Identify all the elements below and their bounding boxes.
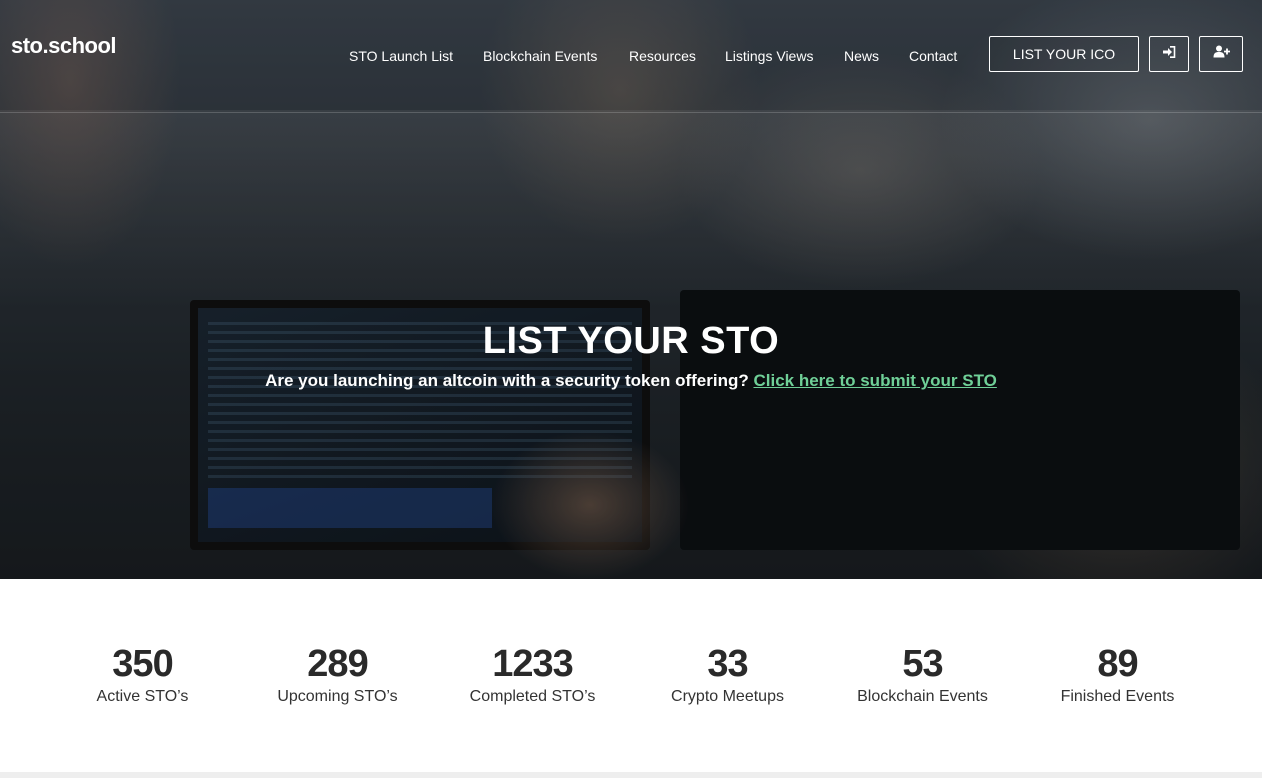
- stat-upcoming-stos: 289 Upcoming STO’s: [240, 643, 435, 706]
- hero-subtitle-text: Are you launching an altcoin with a secu…: [265, 371, 749, 390]
- section-divider: [0, 772, 1262, 778]
- stat-value: 350: [112, 643, 173, 685]
- stat-label: Finished Events: [1060, 688, 1175, 705]
- nav-news[interactable]: News: [844, 48, 879, 64]
- stat-completed-stos: 1233 Completed STO’s: [435, 643, 630, 706]
- nav-contact[interactable]: Contact: [909, 48, 957, 64]
- list-your-ico-button[interactable]: LIST YOUR ICO: [989, 36, 1139, 72]
- nav-listings-views[interactable]: Listings Views: [725, 48, 813, 64]
- stat-label: Active STO’s: [96, 688, 189, 705]
- stat-blockchain-events: 53 Blockchain Events: [825, 643, 1020, 706]
- nav-sto-launch-list[interactable]: STO Launch List: [349, 48, 453, 64]
- top-navbar: sto.school STO Launch List Blockchain Ev…: [0, 0, 1262, 113]
- hero-subtitle: Are you launching an altcoin with a secu…: [0, 371, 1262, 391]
- register-button[interactable]: [1199, 36, 1243, 72]
- stat-value: 1233: [492, 643, 574, 685]
- stat-value: 289: [307, 643, 368, 685]
- stat-value: 89: [1097, 643, 1138, 685]
- sign-in-icon: [1162, 45, 1176, 63]
- stat-crypto-meetups: 33 Crypto Meetups: [630, 643, 825, 706]
- hero-title: LIST YOUR STO: [482, 320, 780, 362]
- stat-active-stos: 350 Active STO’s: [45, 643, 240, 706]
- stat-label: Crypto Meetups: [671, 688, 784, 705]
- nav-resources[interactable]: Resources: [629, 48, 696, 64]
- stat-value: 53: [902, 643, 943, 685]
- hero-section: sto.school STO Launch List Blockchain Ev…: [0, 0, 1262, 579]
- site-logo[interactable]: sto.school: [11, 33, 117, 59]
- nav-blockchain-events[interactable]: Blockchain Events: [483, 48, 597, 64]
- user-plus-icon: [1213, 45, 1230, 63]
- stat-label: Blockchain Events: [857, 688, 988, 705]
- submit-sto-link[interactable]: Click here to submit your STO: [753, 371, 996, 390]
- stat-label: Completed STO’s: [469, 688, 596, 705]
- stat-finished-events: 89 Finished Events: [1020, 643, 1215, 706]
- stat-label: Upcoming STO’s: [277, 688, 398, 705]
- stat-value: 33: [707, 643, 748, 685]
- login-button[interactable]: [1149, 36, 1189, 72]
- stats-section: 350 Active STO’s 289 Upcoming STO’s 1233…: [0, 579, 1262, 772]
